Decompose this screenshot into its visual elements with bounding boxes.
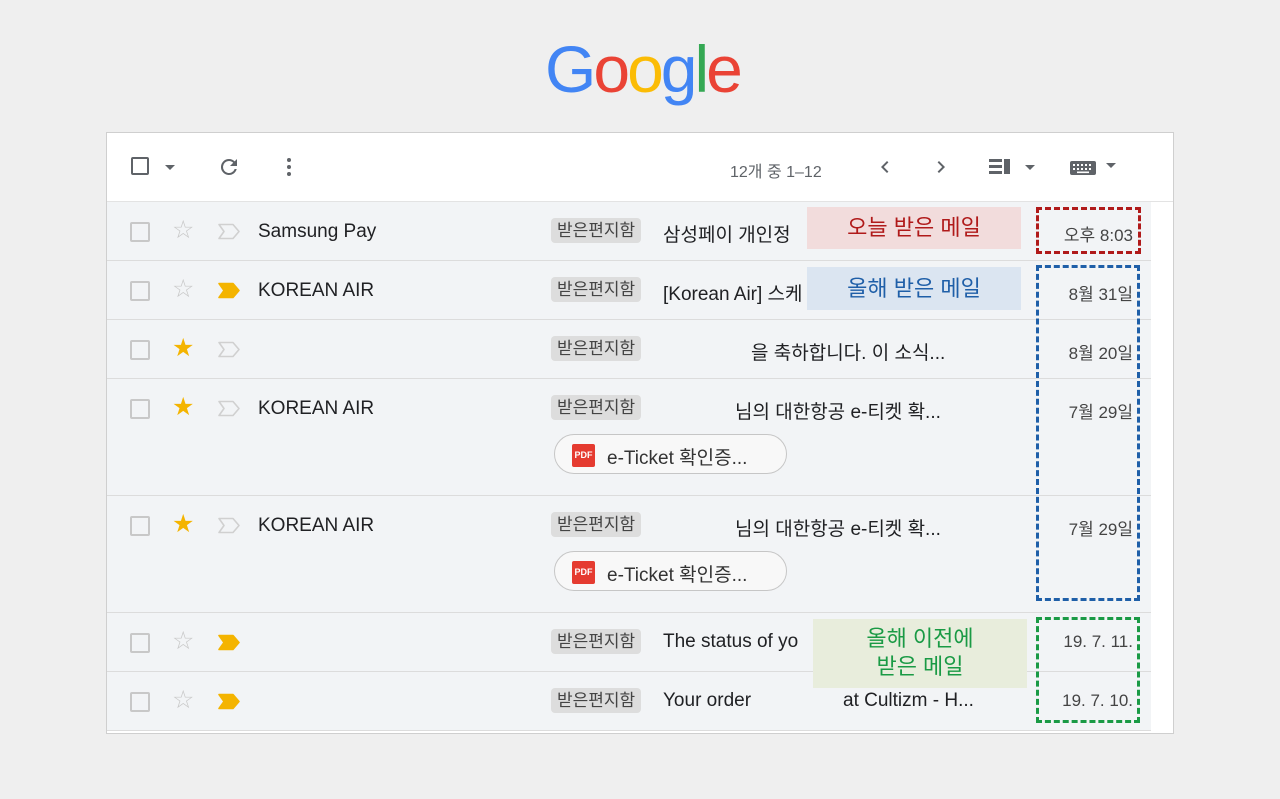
attachment-name: e-Ticket 확인증... (607, 448, 748, 469)
star-outline-icon[interactable]: ☆ (172, 277, 194, 302)
star-filled-icon[interactable]: ★ (172, 395, 194, 420)
logo-letter: o (627, 32, 664, 106)
star-filled-icon[interactable]: ★ (172, 336, 194, 361)
star-outline-icon[interactable]: ☆ (172, 218, 194, 243)
keyboard-icon[interactable] (1069, 159, 1097, 177)
row-checkbox[interactable] (130, 516, 150, 536)
inbox-label-chip: 받은편지함 (551, 512, 642, 537)
inbox-label-chip: 받은편지함 (551, 336, 642, 361)
refresh-icon[interactable] (217, 155, 241, 179)
pagination-count: 12개 중 1–12 (730, 164, 822, 181)
email-row[interactable]: ★ KOREAN AIR 받은편지함 님의 대한항공 e-티켓 확... 7월 29일 P… (107, 379, 1151, 496)
sender-name: KOREAN AIR (258, 280, 375, 301)
star-outline-icon[interactable]: ☆ (172, 688, 194, 713)
row-checkbox[interactable] (130, 222, 150, 242)
inbox-label-chip: 받은편지함 (551, 629, 642, 654)
annotation-today-text: 오늘 받은 메일 (847, 215, 981, 240)
before-date-highlight (1036, 617, 1140, 723)
important-marker-off-icon[interactable] (217, 517, 241, 534)
row-checkbox[interactable] (130, 633, 150, 653)
important-marker-on-icon[interactable] (217, 282, 241, 299)
inbox-label-chip: 받은편지함 (551, 218, 642, 243)
annotation-before: 올해 이전에 받은 메일 (813, 619, 1027, 688)
important-marker-off-icon[interactable] (217, 341, 241, 358)
inbox-label-chip: 받은편지함 (551, 688, 642, 713)
this-year-date-highlight (1036, 265, 1140, 601)
inbox-label-chip: 받은편지함 (551, 277, 642, 302)
row-checkbox[interactable] (130, 340, 150, 360)
today-date-highlight (1036, 207, 1141, 254)
annotation-before-line1: 올해 이전에 (866, 626, 974, 651)
email-subject: [Korean Air] 스케 (663, 284, 803, 305)
email-subject: 님의 대한항공 e-티켓 확... (735, 519, 941, 540)
row-checkbox[interactable] (130, 399, 150, 419)
email-subject: Your order (663, 690, 752, 711)
split-pane-icon[interactable] (987, 155, 1013, 179)
row-checkbox[interactable] (130, 281, 150, 301)
email-subject: 을 축하합니다. 이 소식... (751, 343, 946, 364)
star-outline-icon[interactable]: ☆ (172, 629, 194, 654)
email-row[interactable]: ★ KOREAN AIR 받은편지함 님의 대한항공 e-티켓 확... 7월 29일 P… (107, 496, 1151, 613)
email-subject: 님의 대한항공 e-티켓 확... (735, 402, 941, 423)
logo-letter: l (694, 32, 710, 106)
logo-letter: g (660, 32, 698, 106)
star-filled-icon[interactable]: ★ (172, 512, 194, 537)
google-logo: Google (545, 32, 743, 106)
pdf-icon: PDF (572, 444, 595, 467)
annotation-this-year-text: 올해 받은 메일 (847, 276, 981, 301)
row-checkbox[interactable] (130, 692, 150, 712)
split-pane-caret-icon[interactable] (1025, 165, 1035, 170)
important-marker-off-icon[interactable] (217, 400, 241, 417)
select-all-checkbox[interactable] (131, 157, 149, 175)
inbox-label-chip: 받은편지함 (551, 395, 642, 420)
important-marker-off-icon[interactable] (217, 223, 241, 240)
annotation-before-line2: 받은 메일 (876, 653, 964, 679)
logo-letter: o (593, 32, 630, 106)
more-vert-icon[interactable] (277, 155, 301, 179)
chevron-left-icon[interactable] (873, 155, 897, 179)
attachment-chip[interactable]: PDF e-Ticket 확인증... (554, 551, 787, 591)
attachment-name: e-Ticket 확인증... (607, 565, 748, 586)
sender-name: KOREAN AIR (258, 398, 375, 419)
email-subject: The status of yo (663, 631, 799, 652)
email-subject: 삼성페이 개인정 (663, 225, 791, 246)
annotation-this-year: 올해 받은 메일 (807, 267, 1021, 310)
pdf-icon: PDF (572, 561, 595, 584)
important-marker-on-icon[interactable] (217, 693, 241, 710)
important-marker-on-icon[interactable] (217, 634, 241, 651)
email-row[interactable]: ★ 받은편지함 을 축하합니다. 이 소식... 8월 20일 (107, 320, 1151, 379)
email-subject-tail: at Cultizm - H... (843, 690, 974, 711)
annotation-today: 오늘 받은 메일 (807, 207, 1021, 249)
chevron-right-icon[interactable] (929, 155, 953, 179)
select-dropdown-caret-icon[interactable] (165, 165, 175, 170)
sender-name: KOREAN AIR (258, 515, 375, 536)
logo-letter: G (545, 32, 596, 106)
sender-name: Samsung Pay (258, 221, 377, 242)
toolbar: 12개 중 1–12 (107, 133, 1173, 202)
logo-letter: e (706, 32, 743, 106)
attachment-chip[interactable]: PDF e-Ticket 확인증... (554, 434, 787, 474)
keyboard-caret-icon[interactable] (1106, 163, 1116, 168)
